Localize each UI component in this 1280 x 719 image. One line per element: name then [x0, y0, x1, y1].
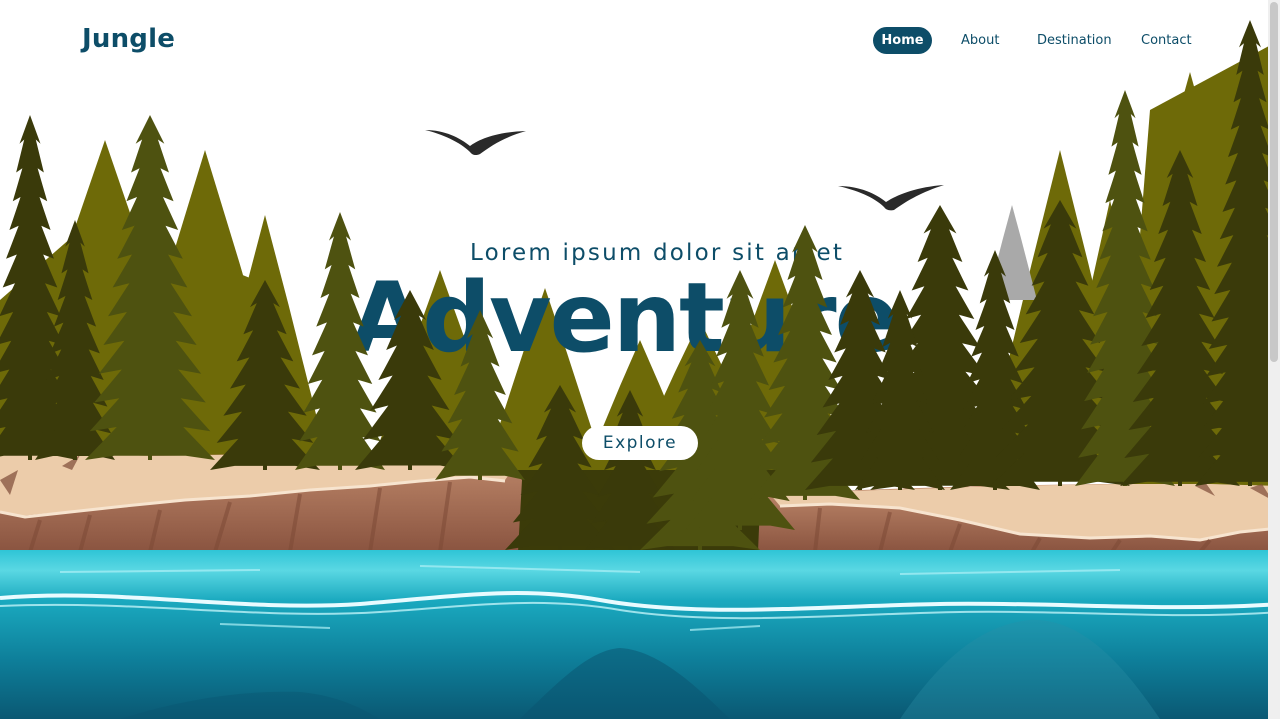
- pine-tree: [505, 385, 615, 550]
- page-scrollbar[interactable]: [1268, 0, 1280, 719]
- explore-button[interactable]: Explore: [582, 426, 698, 460]
- scrollbar-thumb[interactable]: [1270, 2, 1278, 362]
- foreground-tree-overlay: [0, 20, 1280, 550]
- hero-stage: Jungle Home About Destination Contact Lo…: [0, 0, 1280, 719]
- pine-tree: [85, 115, 215, 460]
